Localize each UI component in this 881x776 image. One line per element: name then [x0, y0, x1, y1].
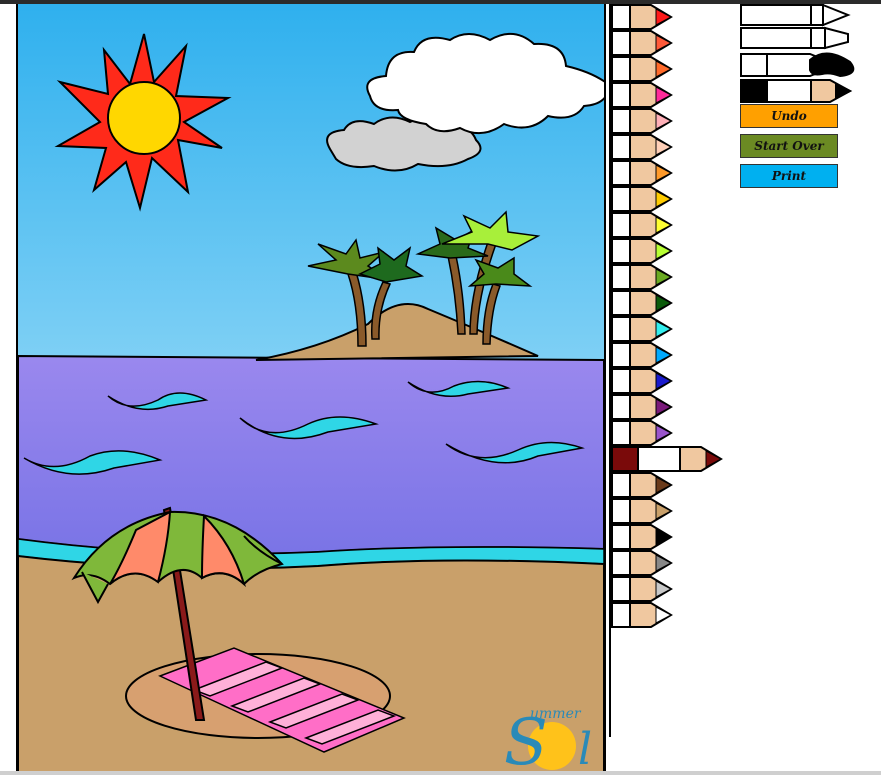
color-pencil[interactable] [611, 420, 673, 446]
color-pencil[interactable] [611, 524, 673, 550]
color-pencil[interactable] [611, 472, 673, 498]
logo-letter-l: l [578, 724, 592, 772]
color-pencil[interactable] [611, 264, 673, 290]
beach-scene[interactable]: S l ummer [17, 4, 610, 776]
color-pencil[interactable] [611, 134, 673, 160]
tool-set [740, 3, 870, 104]
color-pencil[interactable] [611, 550, 673, 576]
logo-word-top: ummer [530, 706, 582, 722]
color-pencil[interactable] [611, 82, 673, 108]
bottom-bar [0, 771, 881, 775]
coloring-canvas[interactable]: S l ummer [16, 4, 610, 776]
color-pencil[interactable] [611, 498, 673, 524]
print-button[interactable]: Print [740, 164, 838, 188]
color-pencil[interactable] [611, 30, 673, 56]
color-pencil[interactable] [611, 342, 673, 368]
color-pencil[interactable] [611, 602, 673, 628]
tool-marker[interactable] [740, 26, 849, 50]
color-pencil[interactable] [611, 446, 723, 472]
color-pencil[interactable] [611, 576, 673, 602]
color-pencil[interactable] [611, 238, 673, 264]
tool-crayon-selected[interactable] [740, 79, 853, 103]
summer-sol-logo: S l ummer [504, 706, 592, 776]
color-pencil[interactable] [611, 4, 673, 30]
color-pencil[interactable] [611, 186, 673, 212]
undo-button[interactable]: Undo [740, 104, 838, 128]
color-pencil[interactable] [611, 108, 673, 134]
color-pencil[interactable] [611, 394, 673, 420]
tool-pencil-thin[interactable] [740, 3, 851, 27]
color-pencil[interactable] [611, 160, 673, 186]
color-pencil[interactable] [611, 290, 673, 316]
color-pencil[interactable] [611, 212, 673, 238]
color-pencil[interactable] [611, 56, 673, 82]
start-over-button[interactable]: Start Over [740, 134, 838, 158]
color-pencil[interactable] [611, 316, 673, 342]
tool-brush[interactable] [740, 52, 855, 78]
color-palette [611, 4, 731, 654]
color-pencil[interactable] [611, 368, 673, 394]
